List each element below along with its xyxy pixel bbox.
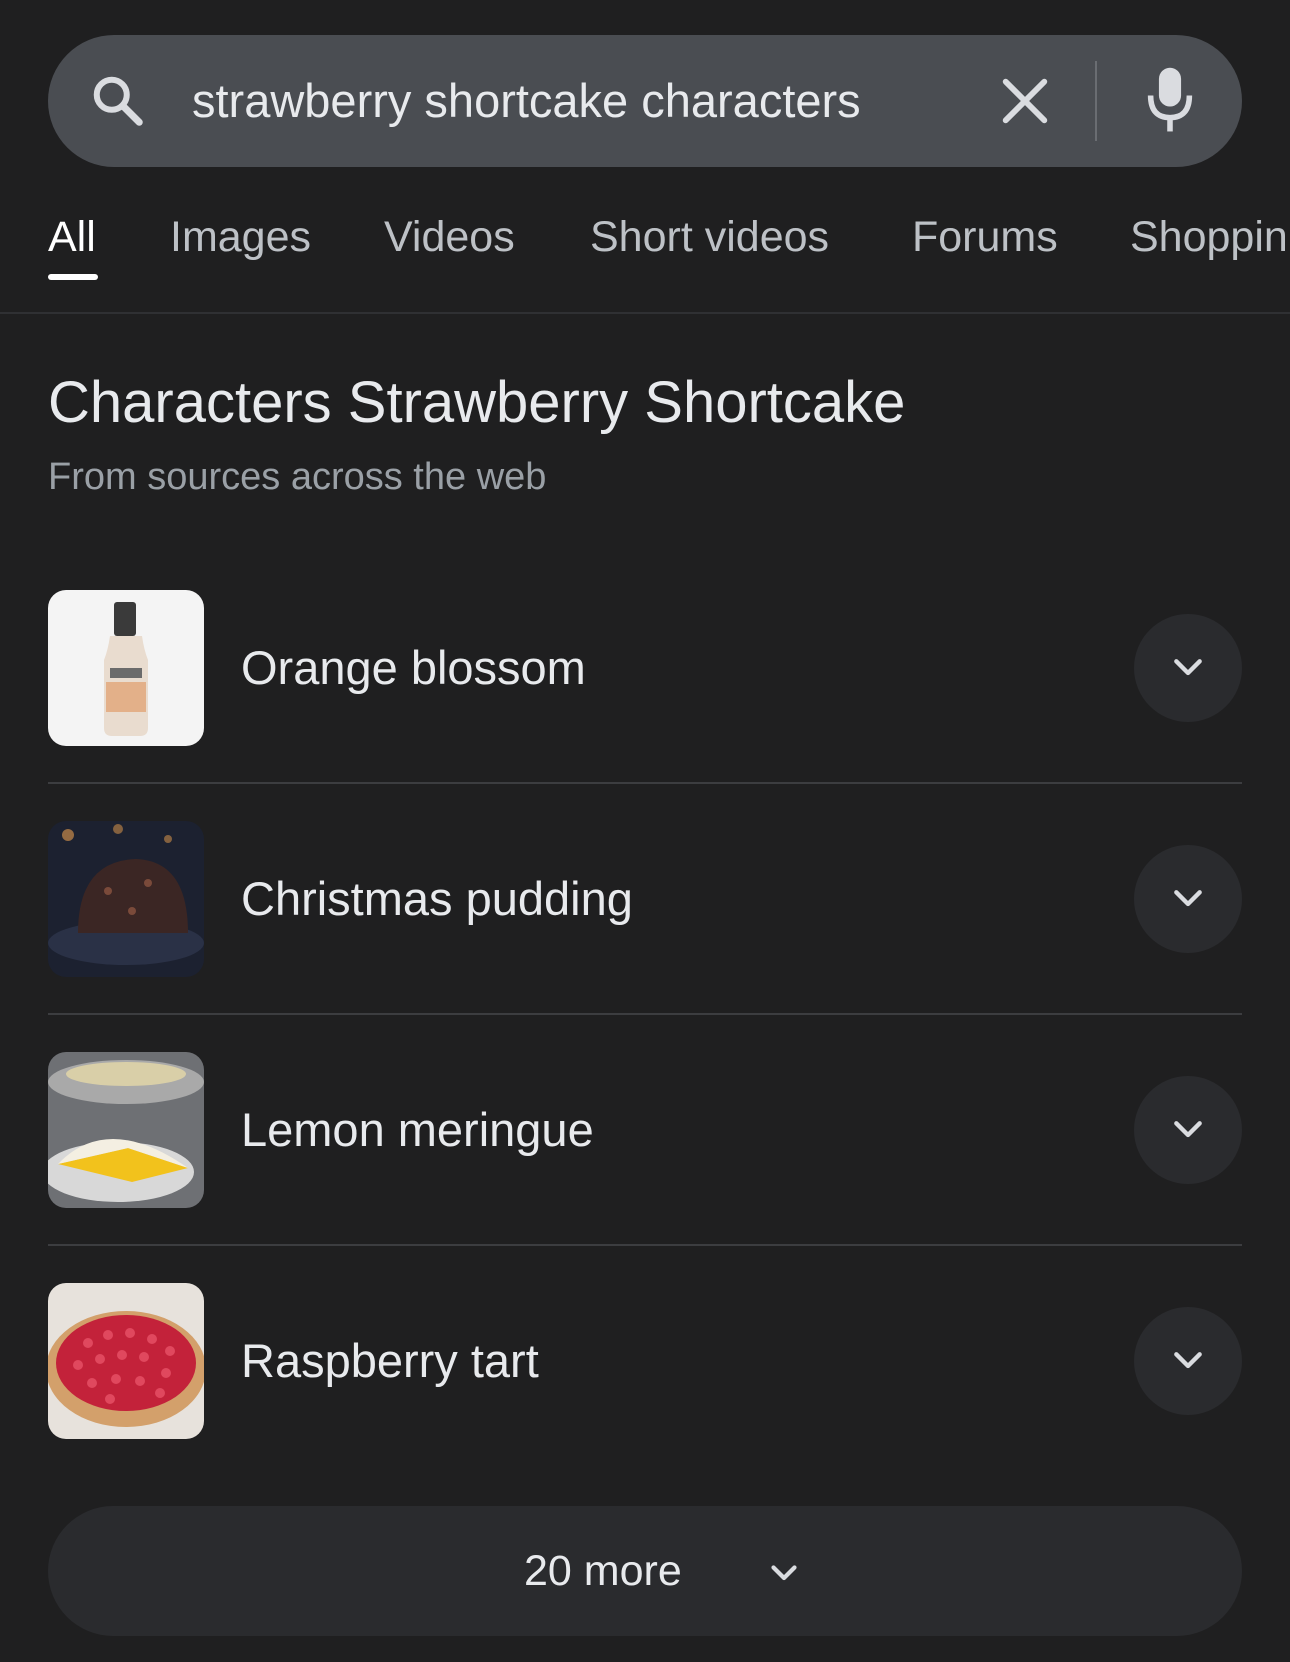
- chevron-down-icon: [1174, 659, 1202, 676]
- list-item[interactable]: Raspberry tart: [48, 1283, 1242, 1439]
- list-item-label: Lemon meringue: [241, 1103, 594, 1156]
- divider: [48, 1244, 1242, 1246]
- tab-all[interactable]: All: [48, 212, 96, 262]
- search-tabs: All Images Videos Short videos Forums Sh…: [0, 200, 1290, 314]
- search-divider: [1095, 61, 1097, 141]
- tab-images[interactable]: Images: [170, 212, 311, 262]
- list-item-label: Raspberry tart: [241, 1334, 539, 1387]
- expand-button[interactable]: [1134, 614, 1242, 722]
- chevron-down-icon: [1174, 1121, 1202, 1138]
- section-title: Characters Strawberry Shortcake: [48, 370, 906, 435]
- tab-short-videos[interactable]: Short videos: [590, 212, 829, 262]
- list-item[interactable]: Christmas pudding: [48, 821, 1242, 977]
- tab-forums[interactable]: Forums: [912, 212, 1058, 262]
- list-item-label: Christmas pudding: [241, 872, 633, 925]
- pie-image: [48, 1052, 204, 1208]
- list-item[interactable]: Lemon meringue: [48, 1052, 1242, 1208]
- section-subtitle: From sources across the web: [48, 456, 547, 498]
- chevron-down-icon: [1174, 890, 1202, 907]
- divider: [48, 782, 1242, 784]
- list-item-label: Orange blossom: [241, 641, 586, 694]
- search-input[interactable]: [192, 71, 992, 131]
- close-icon[interactable]: [996, 72, 1054, 130]
- tart-image: [48, 1283, 204, 1439]
- expand-button[interactable]: [1134, 845, 1242, 953]
- chevron-down-icon: [771, 1565, 797, 1581]
- bottle-image: [48, 590, 204, 746]
- show-more-button[interactable]: 20 more: [48, 1506, 1242, 1636]
- divider: [48, 1013, 1242, 1015]
- tab-videos[interactable]: Videos: [384, 212, 515, 262]
- search-icon[interactable]: [88, 71, 148, 131]
- list-item[interactable]: Orange blossom: [48, 590, 1242, 746]
- chevron-down-icon: [1174, 1352, 1202, 1369]
- expand-button[interactable]: [1134, 1076, 1242, 1184]
- microphone-icon[interactable]: [1142, 65, 1198, 137]
- pudding-image: [48, 821, 204, 977]
- active-tab-indicator: [48, 274, 98, 280]
- expand-button[interactable]: [1134, 1307, 1242, 1415]
- search-bar[interactable]: [48, 35, 1242, 167]
- tab-shopping[interactable]: Shoppin: [1130, 212, 1288, 262]
- show-more-label: 20 more: [524, 1547, 682, 1595]
